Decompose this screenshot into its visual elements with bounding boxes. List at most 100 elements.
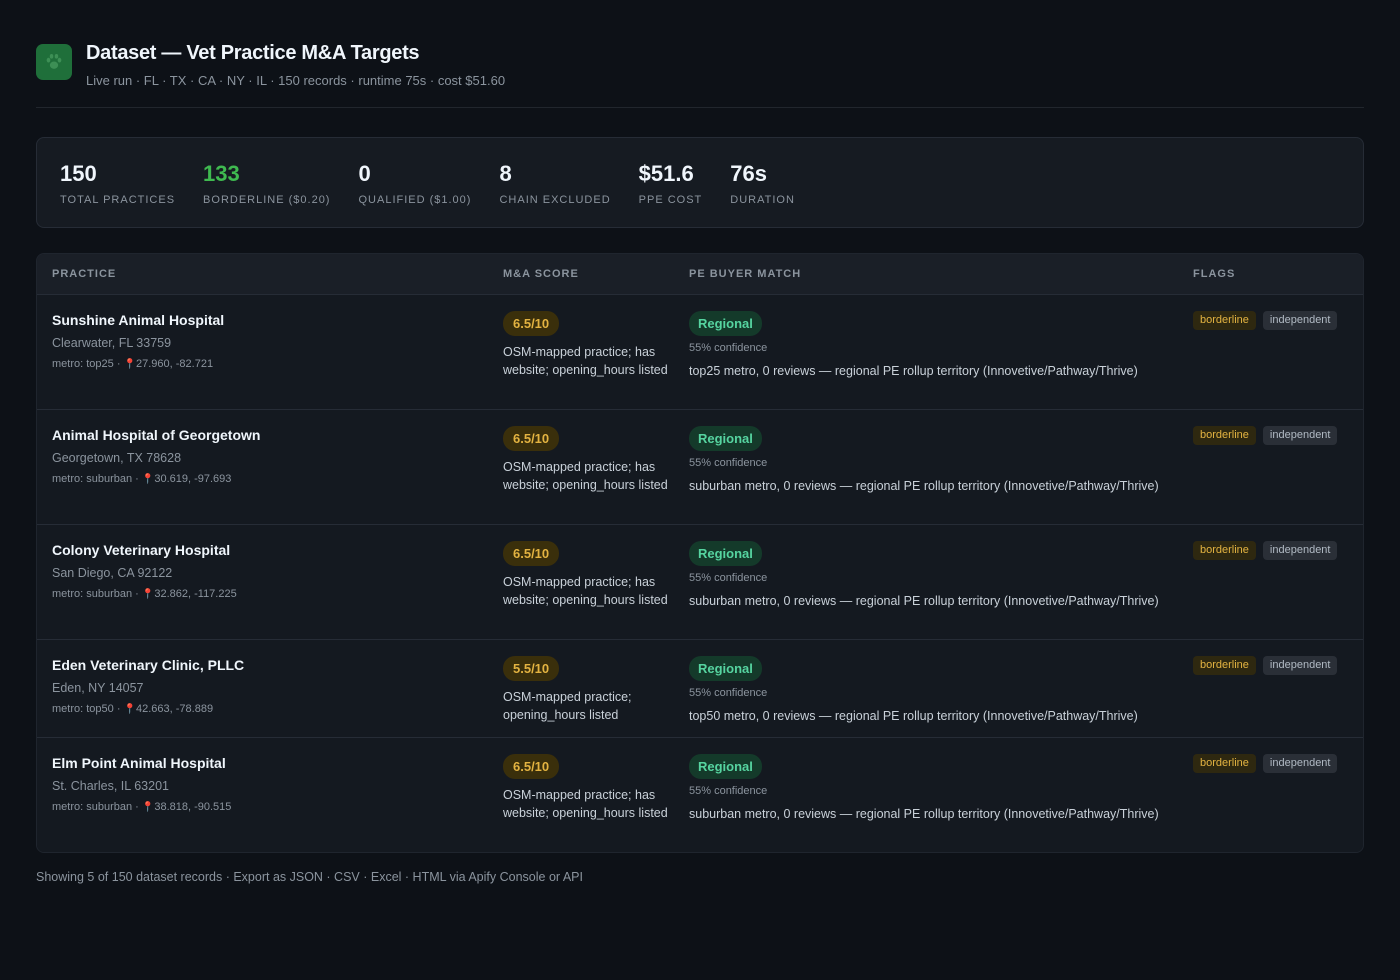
stat-label: Total practices [60, 194, 176, 206]
practice-cell: Sunshine Animal Hospital Clearwater, FL 3… [52, 311, 224, 372]
stat-value: 150 [60, 161, 97, 186]
buyer-cell: Regional 55% confidence top25 metro, 0 rev… [689, 311, 1138, 379]
table-row[interactable]: Elm Point Animal Hospital St. Charles, IL… [37, 738, 1363, 852]
practice-address: St. Charles, IL 63201 [52, 779, 169, 793]
buyer-cell: Regional 55% confidence suburban metro, 0 … [689, 754, 1159, 822]
flag-independent: independent [1262, 656, 1338, 675]
buyer-note: top25 metro, 0 reviews — regional PE rol… [689, 364, 1138, 378]
buyer-note: top50 metro, 0 reviews — regional PE rol… [689, 709, 1138, 723]
flag-borderline: borderline [1193, 656, 1256, 675]
buyer-note: suburban metro, 0 reviews — regional PE … [689, 479, 1159, 493]
buyer-confidence: 55% confidence [689, 687, 768, 699]
stat-total-practices: 150 Total practices [60, 138, 175, 227]
coordinates: 42.663, -78.889 [136, 703, 214, 715]
map-pin-icon: 📍 [141, 474, 155, 485]
practice-address: Eden, NY 14057 [52, 681, 144, 695]
stat-label: PPE cost [638, 194, 703, 206]
score-note: OSM-mapped practice; opening_hours liste… [503, 690, 632, 722]
score-note: OSM-mapped practice; has website; openin… [503, 345, 668, 377]
stat-value: 76s [730, 161, 767, 186]
score-note: OSM-mapped practice; has website; openin… [503, 575, 668, 607]
column-header-practice[interactable]: Practice [52, 268, 116, 280]
header-divider [36, 107, 1364, 108]
score-badge: 6.5/10 [503, 541, 560, 566]
buyer-cell: Regional 55% confidence suburban metro, 0 … [689, 541, 1159, 609]
flags-cell: borderline independent [1193, 311, 1338, 330]
map-pin-icon: 📍 [123, 704, 136, 715]
stat-value: $51.6 [638, 161, 694, 186]
buyer-note: suburban metro, 0 reviews — regional PE … [689, 807, 1159, 821]
coordinates: 27.960, -82.721 [136, 358, 214, 370]
practice-meta: metro: top25 · 📍27.960, -82.721 [52, 357, 224, 372]
practice-cell: Animal Hospital of Georgetown Georgetown,… [52, 426, 260, 487]
stat-label: Qualified ($1.00) [358, 194, 472, 206]
score-badge: 5.5/10 [503, 656, 560, 681]
flags-cell: borderline independent [1193, 656, 1338, 675]
practice-cell: Elm Point Animal Hospital St. Charles, IL… [52, 754, 231, 815]
metro-label: metro: suburban · [52, 473, 139, 485]
flag-borderline: borderline [1193, 311, 1256, 330]
stat-value: 8 [499, 161, 512, 186]
practice-name[interactable]: Eden Veterinary Clinic, PLLC [52, 656, 244, 674]
buyer-cell: Regional 55% confidence top50 metro, 0 rev… [689, 656, 1138, 724]
buyer-badge: Regional [689, 311, 762, 336]
map-pin-icon: 📍 [141, 589, 155, 600]
stat-ppe-cost: $51.6 PPE cost [639, 138, 703, 227]
footer-note: Showing 5 of 150 dataset records · Expor… [36, 870, 583, 884]
flag-borderline: borderline [1193, 541, 1256, 560]
buyer-badge: Regional [689, 541, 762, 566]
metro-label: metro: suburban · [52, 588, 139, 600]
flag-independent: independent [1262, 426, 1338, 445]
score-cell: 6.5/10 OSM-mapped practice; has website; … [503, 311, 673, 379]
practice-name[interactable]: Colony Veterinary Hospital [52, 541, 237, 559]
buyer-note: suburban metro, 0 reviews — regional PE … [689, 594, 1159, 608]
practice-meta: metro: suburban · 📍32.862, -117.225 [52, 587, 237, 602]
map-pin-icon: 📍 [123, 359, 136, 370]
flags-cell: borderline independent [1193, 754, 1338, 773]
table-row[interactable]: Eden Veterinary Clinic, PLLC Eden, NY 140… [37, 640, 1363, 738]
score-badge: 6.5/10 [503, 311, 560, 336]
flags-cell: borderline independent [1193, 426, 1338, 445]
score-cell: 6.5/10 OSM-mapped practice; has website; … [503, 541, 673, 609]
score-note: OSM-mapped practice; has website; openin… [503, 460, 668, 492]
column-header-buyer[interactable]: PE Buyer Match [689, 268, 801, 280]
practice-meta: metro: suburban · 📍38.818, -90.515 [52, 800, 231, 815]
practice-address: Clearwater, FL 33759 [52, 336, 172, 350]
practice-cell: Eden Veterinary Clinic, PLLC Eden, NY 140… [52, 656, 244, 717]
score-cell: 6.5/10 OSM-mapped practice; has website; … [503, 426, 673, 494]
buyer-confidence: 55% confidence [689, 457, 768, 469]
flag-borderline: borderline [1193, 754, 1256, 773]
stat-label: Borderline ($0.20) [203, 194, 331, 206]
practice-address: Georgetown, TX 78628 [52, 451, 182, 465]
buyer-confidence: 55% confidence [689, 572, 768, 584]
practice-name[interactable]: Sunshine Animal Hospital [52, 311, 224, 329]
column-header-score[interactable]: M&A Score [503, 268, 579, 280]
metro-label: metro: suburban · [52, 801, 139, 813]
score-cell: 5.5/10 OSM-mapped practice; opening_hours… [503, 656, 673, 724]
flag-independent: independent [1262, 541, 1338, 560]
table-row[interactable]: Sunshine Animal Hospital Clearwater, FL 3… [37, 295, 1363, 410]
coordinates: 32.862, -117.225 [154, 588, 237, 600]
buyer-cell: Regional 55% confidence suburban metro, 0 … [689, 426, 1159, 494]
practice-meta: metro: top50 · 📍42.663, -78.889 [52, 702, 244, 717]
flag-independent: independent [1262, 754, 1338, 773]
column-header-flags[interactable]: Flags [1193, 268, 1235, 280]
metro-label: metro: top50 · [52, 703, 121, 715]
page-title: Dataset — Vet Practice M&A Targets [86, 42, 420, 64]
stats-panel: 150 Total practices 133 Borderline ($0.2… [36, 137, 1364, 228]
flags-cell: borderline independent [1193, 541, 1338, 560]
practice-name[interactable]: Animal Hospital of Georgetown [52, 426, 260, 444]
score-note: OSM-mapped practice; has website; openin… [503, 788, 668, 820]
stat-qualified: 0 Qualified ($1.00) [358, 138, 471, 227]
buyer-badge: Regional [689, 754, 762, 779]
table-header: Practice M&A Score PE Buyer Match Flags [37, 254, 1363, 295]
stat-duration: 76s Duration [730, 138, 795, 227]
table-row[interactable]: Animal Hospital of Georgetown Georgetown,… [37, 410, 1363, 525]
metro-label: metro: top25 · [52, 358, 121, 370]
table-row[interactable]: Colony Veterinary Hospital San Diego, CA … [37, 525, 1363, 640]
practice-address: San Diego, CA 92122 [52, 566, 173, 580]
buyer-confidence: 55% confidence [689, 342, 768, 354]
stat-value: 0 [358, 161, 371, 186]
score-badge: 6.5/10 [503, 754, 560, 779]
practice-name[interactable]: Elm Point Animal Hospital [52, 754, 231, 772]
